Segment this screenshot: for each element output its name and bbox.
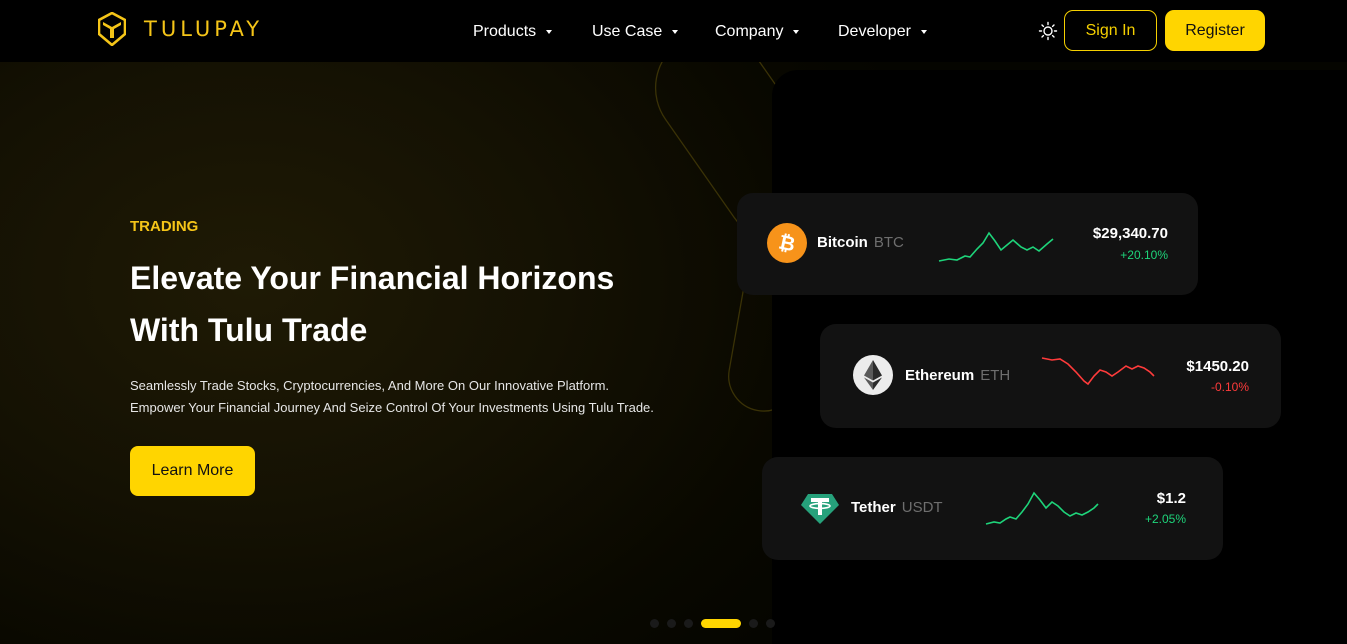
caret-down-icon	[672, 30, 679, 34]
nav-label: Developer	[838, 23, 911, 40]
coin-card-tether[interactable]: Tether USDT $1.2 +2.05%	[762, 457, 1223, 560]
coin-price: $29,340.70	[1092, 225, 1168, 242]
carousel-dot[interactable]	[667, 619, 676, 628]
brand-name: TULUPAY	[144, 17, 264, 41]
sign-in-button[interactable]: Sign In	[1064, 10, 1157, 51]
carousel-dot-active[interactable]	[701, 619, 741, 628]
sparkline-chart	[1041, 357, 1155, 386]
hero-description: Seamlessly Trade Stocks, Cryptocurrencie…	[130, 375, 730, 419]
nav-products[interactable]: Products	[473, 23, 553, 41]
coin-name-text: Bitcoin	[817, 234, 868, 251]
sparkline-chart	[985, 491, 1099, 525]
nav-use-case[interactable]: Use Case	[592, 23, 679, 41]
coin-name-text: Ethereum	[905, 367, 975, 384]
tether-icon	[801, 494, 839, 524]
nav-label: Products	[473, 23, 537, 40]
sparkline-chart	[938, 231, 1054, 262]
hero-description-line: Empower Your Financial Journey And Seize…	[130, 400, 654, 415]
coin-name: Bitcoin BTC	[817, 234, 904, 251]
section-eyebrow: TRADING	[130, 218, 199, 235]
ethereum-icon	[853, 355, 893, 395]
brand-logo[interactable]: TULUPAY	[98, 12, 263, 46]
carousel-dot[interactable]	[766, 619, 775, 628]
hero-section: TRADING Elevate Your Financial Horizons …	[0, 62, 1347, 644]
coin-name-text: Tether	[851, 499, 896, 516]
sun-icon[interactable]	[1038, 21, 1058, 41]
site-header: TULUPAY Products Use Case Company Develo…	[0, 0, 1347, 62]
carousel-dot[interactable]	[749, 619, 758, 628]
coin-name: Tether USDT	[851, 499, 943, 516]
carousel-dots	[650, 619, 775, 628]
register-button[interactable]: Register	[1165, 10, 1265, 51]
nav-label: Company	[715, 23, 784, 40]
carousel-dot[interactable]	[650, 619, 659, 628]
hero-headline: Elevate Your Financial Horizons With Tul…	[130, 260, 615, 348]
nav-label: Use Case	[592, 23, 663, 40]
nav-developer[interactable]: Developer	[838, 23, 927, 41]
nav-company[interactable]: Company	[715, 23, 800, 41]
coin-price: $1.2	[1156, 490, 1186, 507]
coin-symbol: USDT	[901, 499, 943, 516]
coin-change: +20.10%	[1120, 248, 1168, 262]
coin-card-bitcoin[interactable]: ₿ Bitcoin BTC $29,340.70 +20.10%	[737, 193, 1198, 295]
learn-more-button[interactable]: Learn More	[130, 446, 255, 496]
caret-down-icon	[793, 30, 800, 34]
hero-description-line: Seamlessly Trade Stocks, Cryptocurrencie…	[130, 378, 610, 393]
caret-down-icon	[546, 30, 553, 34]
tulupay-logo-icon	[98, 12, 126, 46]
coin-price: $1450.20	[1186, 358, 1249, 375]
coin-name: Ethereum ETH	[905, 367, 1010, 384]
carousel-dot[interactable]	[684, 619, 693, 628]
coin-symbol: ETH	[980, 367, 1011, 384]
coin-symbol: BTC	[873, 234, 904, 251]
coin-card-ethereum[interactable]: Ethereum ETH $1450.20 -0.10%	[820, 324, 1281, 428]
bitcoin-icon: ₿	[767, 223, 807, 263]
coin-change: -0.10%	[1210, 380, 1249, 394]
caret-down-icon	[920, 30, 927, 34]
coin-change: +2.05%	[1144, 512, 1186, 526]
